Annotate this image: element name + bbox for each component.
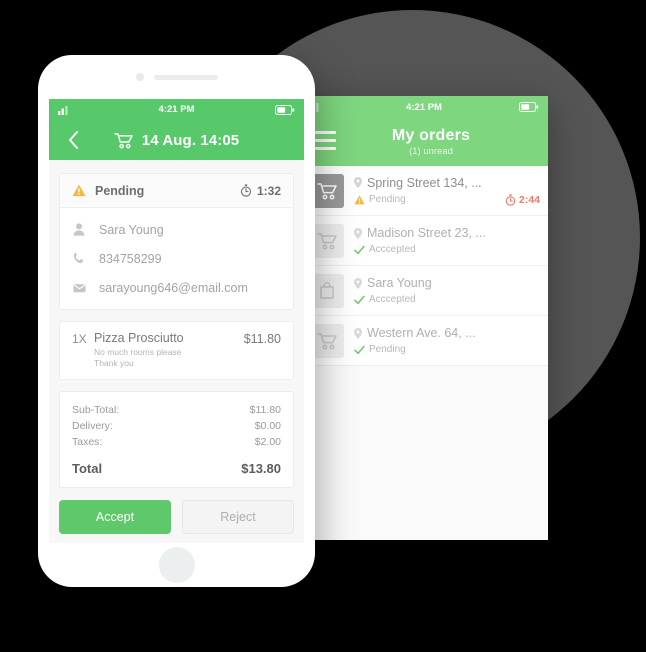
location-pin-icon — [354, 177, 362, 188]
stopwatch-icon — [505, 193, 516, 206]
delivery-row: Delivery: $0.00 — [72, 418, 281, 434]
location-pin-icon — [354, 277, 362, 289]
item-note-line-2: Thank you — [94, 358, 134, 369]
front-phone-screen: 4:21 PM 14 Aug. 14:05 Pending 1:32 Sara … — [49, 99, 304, 543]
customer-email: sarayoung646@email.com — [99, 280, 248, 295]
earpiece-speaker — [154, 75, 218, 80]
order-details-card: Pending 1:32 Sara Young 834758299 sarayo… — [59, 173, 294, 310]
warning-triangle-icon — [354, 194, 365, 204]
taxes-value: $2.00 — [254, 436, 281, 449]
order-status: Pending — [369, 194, 406, 205]
order-address: Madison Street 23, ... — [367, 226, 486, 240]
subtotal-row: Sub-Total: $11.80 — [72, 402, 281, 418]
front-status-bar: 4:21 PM — [49, 99, 304, 120]
order-countdown-value: 1:32 — [256, 183, 281, 198]
order-timer: 2:44 — [505, 194, 540, 206]
item-quantity: 1X — [72, 332, 87, 346]
front-camera-icon — [136, 73, 144, 81]
back-phone-screen: 4:21 PM My orders (1) unread Spring Stre… — [300, 96, 548, 540]
subtotal-label: Sub-Total: — [72, 404, 120, 417]
phone-earpiece-area — [38, 55, 315, 99]
taxes-row: Taxes: $2.00 — [72, 434, 281, 450]
subtotal-value: $11.80 — [249, 404, 281, 417]
front-header: 14 Aug. 14:05 — [49, 120, 304, 160]
grand-total-value: $13.80 — [241, 461, 281, 477]
back-status-time: 4:21 PM — [406, 101, 442, 113]
customer-phone: 834758299 — [99, 251, 162, 266]
list-item[interactable]: Western Ave. 64, ... Pending — [300, 316, 548, 366]
shopping-cart-icon — [317, 332, 337, 349]
order-status: Pending — [369, 344, 406, 355]
shopping-cart-icon — [114, 132, 133, 148]
check-icon — [354, 295, 365, 304]
order-address: Western Ave. 64, ... — [367, 326, 476, 340]
grand-total-row: Total $13.80 — [72, 461, 281, 476]
person-icon — [72, 223, 86, 236]
customer-email-row: sarayoung646@email.com — [60, 273, 293, 302]
order-item-row: 1X Pizza Prosciutto No much rooms please… — [60, 322, 293, 379]
order-address: Sara Young — [367, 276, 432, 290]
shopping-bag-icon — [320, 281, 334, 299]
item-note-line-1: No much rooms please — [94, 347, 182, 357]
back-status-bar: 4:21 PM — [300, 96, 548, 118]
check-icon — [354, 245, 365, 254]
shopping-cart-icon — [317, 182, 337, 199]
item-price: $11.80 — [243, 332, 281, 346]
customer-phone-row: 834758299 — [60, 244, 293, 273]
accept-button[interactable]: Accept — [59, 500, 171, 535]
order-address: Spring Street 134, ... — [367, 175, 482, 190]
back-chevron-icon[interactable] — [63, 130, 83, 150]
grand-total-label: Total — [72, 461, 103, 477]
envelope-icon — [72, 283, 86, 293]
order-thumbnail — [310, 173, 344, 208]
list-item[interactable]: Sara Young Acccepted — [300, 266, 548, 316]
order-thumbnail — [310, 323, 344, 358]
list-item[interactable]: Spring Street 134, ... Pending 2:44 — [300, 166, 548, 216]
reject-button[interactable]: Reject — [182, 500, 294, 535]
order-thumbnail — [310, 223, 344, 258]
status-badge: Pending 1:32 — [60, 174, 293, 208]
item-name: Pizza Prosciutto — [94, 331, 184, 345]
delivery-label: Delivery: — [72, 420, 113, 433]
back-header: My orders (1) unread — [300, 118, 548, 166]
scene: 4:21 PM My orders (1) unread Spring Stre… — [0, 0, 646, 652]
location-pin-icon — [354, 327, 362, 339]
front-phone-device: 4:21 PM 14 Aug. 14:05 Pending 1:32 Sara … — [38, 55, 315, 587]
order-countdown: 1:32 — [240, 184, 281, 198]
taxes-label: Taxes: — [72, 436, 103, 449]
check-icon — [354, 345, 365, 354]
front-status-time: 4:21 PM — [158, 104, 195, 115]
home-button[interactable] — [158, 547, 195, 583]
customer-name: Sara Young — [99, 222, 164, 237]
phone-bottom-bezel — [38, 543, 315, 587]
phone-icon — [72, 252, 86, 265]
delivery-value: $0.00 — [254, 420, 281, 433]
order-timer-value: 2:44 — [518, 193, 540, 206]
order-status: Acccepted — [369, 244, 416, 255]
order-status-label: Pending — [95, 183, 145, 198]
order-items-card: 1X Pizza Prosciutto No much rooms please… — [59, 321, 294, 381]
warning-triangle-icon — [72, 184, 86, 197]
order-totals-card: Sub-Total: $11.80 Delivery: $0.00 Taxes:… — [59, 391, 294, 489]
shopping-cart-icon — [317, 232, 337, 249]
order-action-bar: Accept Reject — [49, 488, 304, 535]
back-unread-count: (1) unread — [409, 146, 453, 157]
location-pin-icon — [354, 227, 362, 239]
order-status: Acccepted — [369, 294, 416, 305]
stopwatch-icon — [240, 184, 252, 197]
order-datetime-title: 14 Aug. 14:05 — [141, 131, 240, 149]
order-thumbnail — [310, 273, 344, 308]
back-page-title: My orders — [391, 127, 471, 144]
list-item[interactable]: Madison Street 23, ... Acccepted — [300, 216, 548, 266]
customer-name-row: Sara Young — [60, 215, 293, 244]
hamburger-menu-icon[interactable] — [312, 131, 336, 150]
